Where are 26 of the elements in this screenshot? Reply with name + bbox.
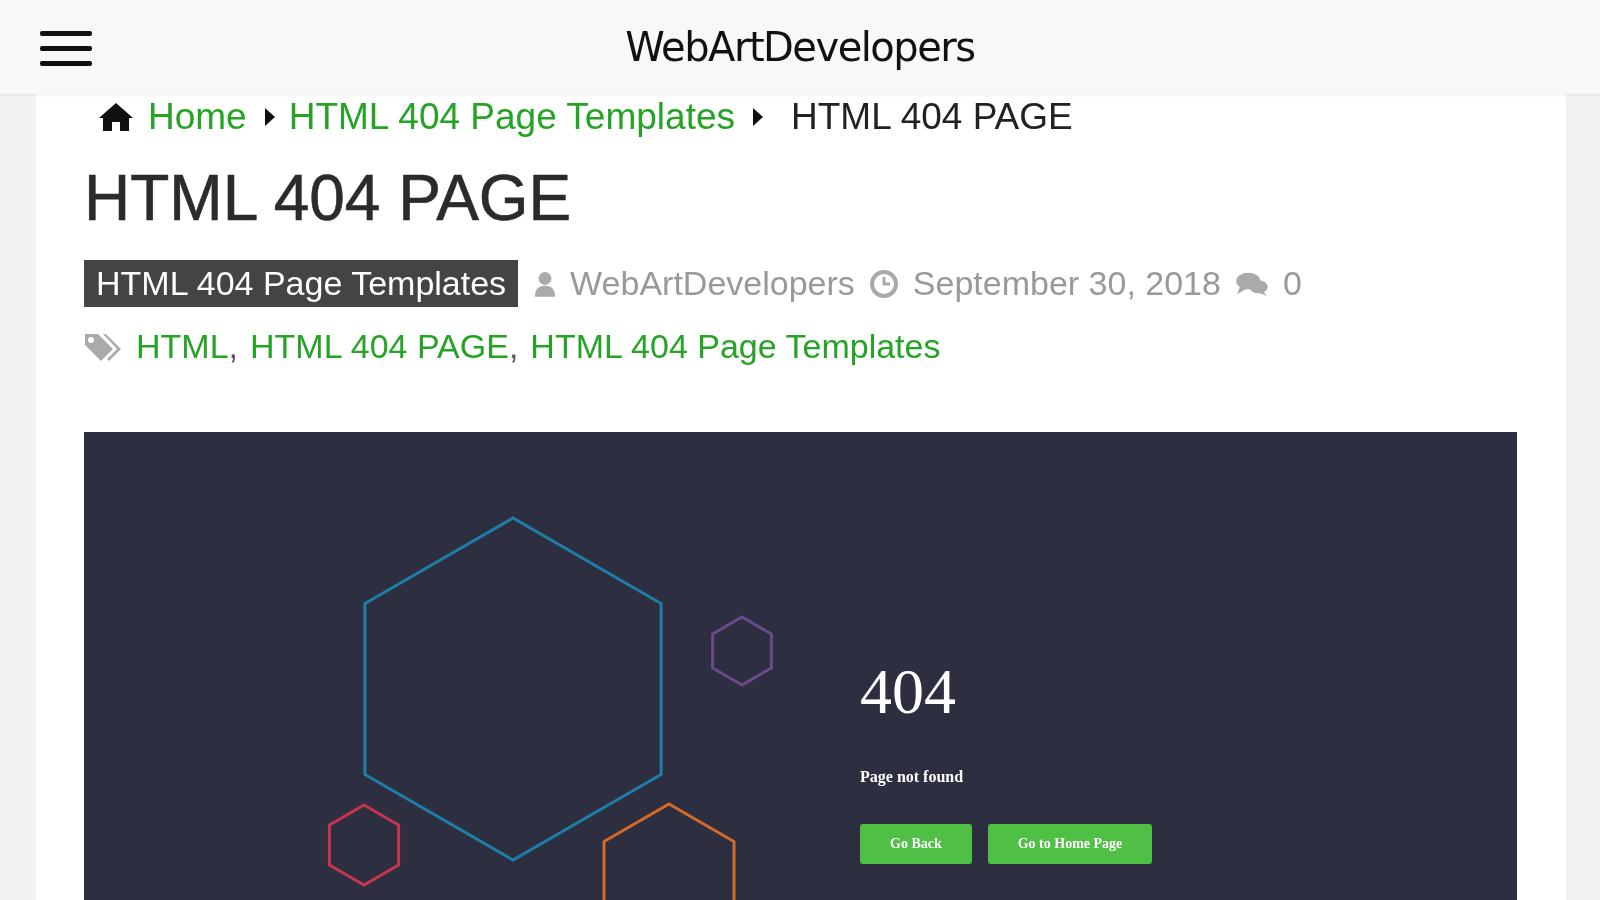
caret-icon [753, 108, 763, 126]
author-name: WebArtDevelopers [570, 264, 855, 303]
home-icon[interactable] [98, 102, 134, 132]
preview-button[interactable]: Go Back [860, 824, 972, 864]
breadcrumb-link[interactable]: Home [148, 96, 247, 138]
post-date: September 30, 2018 [912, 264, 1221, 303]
clock-icon [868, 268, 899, 299]
menu-icon[interactable] [40, 29, 92, 69]
article-title: HTML 404 PAGE [84, 166, 573, 230]
tag-link[interactable]: HTML [136, 327, 229, 366]
tag-separator: , [508, 327, 519, 366]
user-icon [534, 269, 557, 298]
error-code: 404 [860, 660, 957, 724]
comments-icon [1234, 270, 1269, 297]
tag-link[interactable]: HTML 404 PAGE [250, 327, 509, 366]
caret-icon [264, 108, 275, 126]
tags-icon [84, 331, 122, 362]
category-badge[interactable]: HTML 404 Page Templates [84, 260, 519, 307]
error-message: Page not found [860, 768, 965, 786]
breadcrumb-current: HTML 404 PAGE [791, 96, 1073, 138]
comment-count: 0 [1282, 264, 1302, 303]
site-title[interactable]: WebArtDevelopers [625, 24, 975, 70]
tag-separator: , [228, 327, 238, 366]
tag-link[interactable]: HTML 404 Page Templates [530, 327, 941, 366]
breadcrumb-link[interactable]: HTML 404 Page Templates [288, 96, 735, 138]
preview-button[interactable]: Go to Home Page [987, 824, 1153, 864]
